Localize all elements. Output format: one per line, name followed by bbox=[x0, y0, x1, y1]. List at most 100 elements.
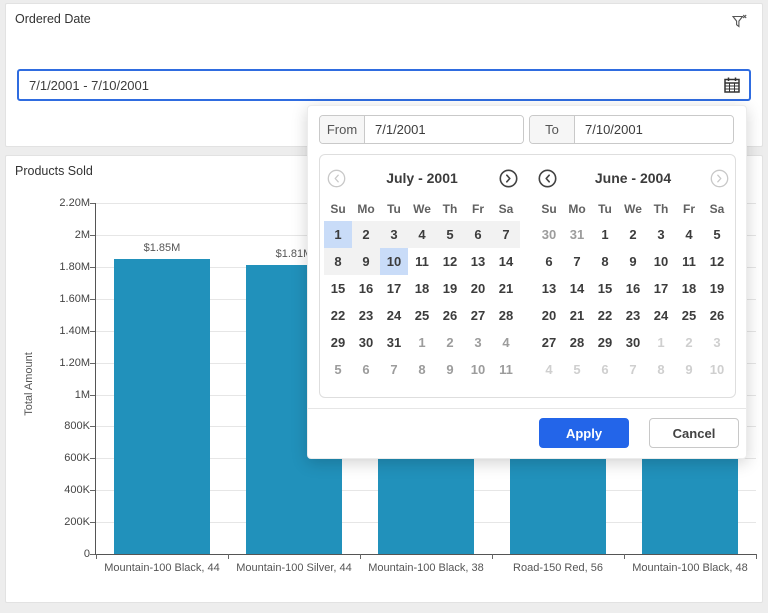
next-month-button[interactable] bbox=[707, 166, 731, 190]
calendar-day[interactable]: 26 bbox=[436, 302, 464, 329]
calendar-day[interactable]: 19 bbox=[436, 275, 464, 302]
weekday-label: Tu bbox=[598, 202, 612, 216]
prev-month-button[interactable] bbox=[535, 166, 559, 190]
x-category-label: Road-150 Red, 56 bbox=[513, 562, 603, 574]
calendar-day[interactable]: 30 bbox=[535, 221, 563, 248]
calendar-day[interactable]: 7 bbox=[380, 356, 408, 383]
calendar-day[interactable]: 8 bbox=[591, 248, 619, 275]
cancel-button[interactable]: Cancel bbox=[649, 418, 739, 448]
calendar-day[interactable]: 8 bbox=[324, 248, 352, 275]
calendar-day[interactable]: 31 bbox=[380, 329, 408, 356]
calendar-day[interactable]: 16 bbox=[352, 275, 380, 302]
calendar-day[interactable]: 31 bbox=[563, 221, 591, 248]
calendar-day[interactable]: 6 bbox=[591, 356, 619, 383]
calendar-day[interactable]: 6 bbox=[464, 221, 492, 248]
calendar-day[interactable]: 12 bbox=[436, 248, 464, 275]
calendar-day[interactable]: 8 bbox=[647, 356, 675, 383]
calendar-day[interactable]: 15 bbox=[324, 275, 352, 302]
calendar-day[interactable]: 5 bbox=[436, 221, 464, 248]
calendar-day[interactable]: 11 bbox=[408, 248, 436, 275]
calendar-day[interactable]: 15 bbox=[591, 275, 619, 302]
from-input[interactable] bbox=[365, 116, 523, 143]
calendar-day[interactable]: 29 bbox=[324, 329, 352, 356]
calendar-day[interactable]: 21 bbox=[563, 302, 591, 329]
date-range-input[interactable]: 7/1/2001 - 7/10/2001 bbox=[17, 69, 751, 101]
calendar-day[interactable]: 5 bbox=[324, 356, 352, 383]
calendar-day[interactable]: 3 bbox=[703, 329, 731, 356]
calendar-day[interactable]: 27 bbox=[464, 302, 492, 329]
prev-month-button[interactable] bbox=[324, 166, 348, 190]
calendar-day[interactable]: 18 bbox=[675, 275, 703, 302]
calendar-day[interactable]: 18 bbox=[408, 275, 436, 302]
calendar-day[interactable]: 21 bbox=[492, 275, 520, 302]
calendar-day[interactable]: 4 bbox=[535, 356, 563, 383]
calendar-day[interactable]: 9 bbox=[436, 356, 464, 383]
calendar-day[interactable]: 13 bbox=[464, 248, 492, 275]
calendar-day[interactable]: 11 bbox=[492, 356, 520, 383]
calendar-day[interactable]: 14 bbox=[492, 248, 520, 275]
calendar-day[interactable]: 13 bbox=[535, 275, 563, 302]
calendar-day[interactable]: 7 bbox=[492, 221, 520, 248]
calendar-day[interactable]: 10 bbox=[647, 248, 675, 275]
bar[interactable] bbox=[114, 258, 210, 554]
calendar-day[interactable]: 10 bbox=[464, 356, 492, 383]
calendar-day[interactable]: 19 bbox=[703, 275, 731, 302]
calendar-day[interactable]: 11 bbox=[675, 248, 703, 275]
calendar-day[interactable]: 22 bbox=[591, 302, 619, 329]
calendar-day[interactable]: 16 bbox=[619, 275, 647, 302]
calendar-day[interactable]: 4 bbox=[492, 329, 520, 356]
calendar-day[interactable]: 17 bbox=[647, 275, 675, 302]
calendar-day[interactable]: 2 bbox=[436, 329, 464, 356]
calendar-day[interactable]: 29 bbox=[591, 329, 619, 356]
calendar-day[interactable]: 9 bbox=[675, 356, 703, 383]
calendar-day[interactable]: 9 bbox=[619, 248, 647, 275]
calendar-day[interactable]: 4 bbox=[408, 221, 436, 248]
calendar-day[interactable]: 28 bbox=[563, 329, 591, 356]
calendar-day[interactable]: 3 bbox=[380, 221, 408, 248]
calendar-day[interactable]: 10 bbox=[703, 356, 731, 383]
calendar-day[interactable]: 1 bbox=[408, 329, 436, 356]
calendar-day[interactable]: 9 bbox=[352, 248, 380, 275]
calendar-day[interactable]: 4 bbox=[675, 221, 703, 248]
calendar-day[interactable]: 5 bbox=[703, 221, 731, 248]
calendar-icon[interactable] bbox=[723, 76, 741, 94]
calendar-day[interactable]: 22 bbox=[324, 302, 352, 329]
calendar-day[interactable]: 23 bbox=[352, 302, 380, 329]
calendar-day[interactable]: 6 bbox=[352, 356, 380, 383]
filter-x-icon bbox=[731, 14, 747, 28]
calendar-day[interactable]: 14 bbox=[563, 275, 591, 302]
calendar-day[interactable]: 7 bbox=[619, 356, 647, 383]
calendar-day[interactable]: 28 bbox=[492, 302, 520, 329]
calendar-day[interactable]: 24 bbox=[380, 302, 408, 329]
calendar-day[interactable]: 20 bbox=[535, 302, 563, 329]
calendar-day[interactable]: 1 bbox=[591, 221, 619, 248]
weekday-label: We bbox=[413, 202, 431, 216]
clear-filter-icon[interactable] bbox=[728, 10, 750, 32]
calendar-day[interactable]: 3 bbox=[647, 221, 675, 248]
calendar-day[interactable]: 1 bbox=[647, 329, 675, 356]
calendar-day[interactable]: 2 bbox=[619, 221, 647, 248]
calendar-day[interactable]: 30 bbox=[352, 329, 380, 356]
to-input[interactable] bbox=[575, 116, 733, 143]
calendar-day[interactable]: 12 bbox=[703, 248, 731, 275]
calendar-day[interactable]: 3 bbox=[464, 329, 492, 356]
calendar-day[interactable]: 17 bbox=[380, 275, 408, 302]
calendar-day[interactable]: 26 bbox=[703, 302, 731, 329]
calendar-day[interactable]: 27 bbox=[535, 329, 563, 356]
calendar-day[interactable]: 6 bbox=[535, 248, 563, 275]
calendar-day[interactable]: 30 bbox=[619, 329, 647, 356]
apply-button[interactable]: Apply bbox=[539, 418, 629, 448]
calendar-day[interactable]: 25 bbox=[408, 302, 436, 329]
calendar-day[interactable]: 10 bbox=[380, 248, 408, 275]
calendar-day[interactable]: 2 bbox=[352, 221, 380, 248]
calendar-day[interactable]: 8 bbox=[408, 356, 436, 383]
next-month-button[interactable] bbox=[496, 166, 520, 190]
calendar-day[interactable]: 7 bbox=[563, 248, 591, 275]
calendar-day[interactable]: 1 bbox=[324, 221, 352, 248]
calendar-day[interactable]: 2 bbox=[675, 329, 703, 356]
calendar-day[interactable]: 20 bbox=[464, 275, 492, 302]
calendar-day[interactable]: 24 bbox=[647, 302, 675, 329]
calendar-day[interactable]: 23 bbox=[619, 302, 647, 329]
calendar-day[interactable]: 25 bbox=[675, 302, 703, 329]
calendar-day[interactable]: 5 bbox=[563, 356, 591, 383]
